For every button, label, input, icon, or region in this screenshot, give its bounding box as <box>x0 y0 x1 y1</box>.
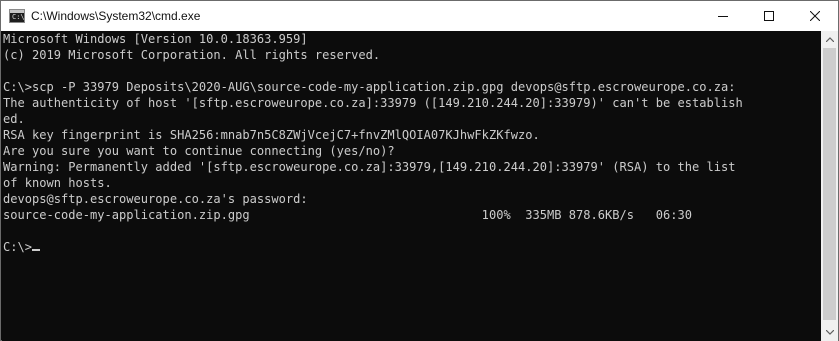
prompt: C:\> <box>3 240 33 254</box>
cmd-app-icon[interactable]: C:\ <box>9 9 25 23</box>
console-line: C:\>scp -P 33979 Deposits\2020-AUG\sourc… <box>3 80 736 94</box>
cmd-window: C:\ C:\Windows\System32\cmd.exe Microsof… <box>0 0 839 341</box>
text-cursor <box>32 249 41 251</box>
console-line: ed. <box>3 112 25 126</box>
console-line: RSA key fingerprint is SHA256:mnab7n5C8Z… <box>3 128 540 142</box>
window-controls <box>700 1 838 31</box>
console-line: source-code-my-application.zip.gpg 100% … <box>3 208 693 222</box>
console-line: The authenticity of host '[sftp.escroweu… <box>3 96 743 110</box>
console-line: Microsoft Windows [Version 10.0.18363.95… <box>3 32 308 46</box>
console-line: devops@sftp.escroweurope.co.za's passwor… <box>3 192 308 206</box>
console-line: Warning: Permanently added '[sftp.escrow… <box>3 160 736 174</box>
minimize-button[interactable] <box>700 1 746 31</box>
maximize-icon <box>764 11 774 21</box>
scroll-up-button[interactable] <box>821 31 838 48</box>
close-icon <box>810 11 820 21</box>
scroll-down-arrow-icon <box>825 330 834 335</box>
scroll-down-button[interactable] <box>821 324 838 341</box>
console-line: (c) 2019 Microsoft Corporation. All righ… <box>3 48 381 62</box>
scrollbar-thumb[interactable] <box>823 48 836 320</box>
vertical-scrollbar[interactable] <box>821 31 838 341</box>
app-icon-glyph: C:\ <box>12 13 25 21</box>
window-title: C:\Windows\System32\cmd.exe <box>31 9 201 23</box>
title-bar[interactable]: C:\ C:\Windows\System32\cmd.exe <box>1 1 838 31</box>
console-output[interactable]: Microsoft Windows [Version 10.0.18363.95… <box>2 31 822 341</box>
console-line: Are you sure you want to continue connec… <box>3 144 395 158</box>
console-line: of known hosts. <box>3 176 112 190</box>
scroll-up-arrow-icon <box>825 37 834 42</box>
minimize-icon <box>718 16 728 17</box>
maximize-button[interactable] <box>746 1 792 31</box>
close-button[interactable] <box>792 1 838 31</box>
prompt-line[interactable]: C:\> <box>2 239 822 255</box>
